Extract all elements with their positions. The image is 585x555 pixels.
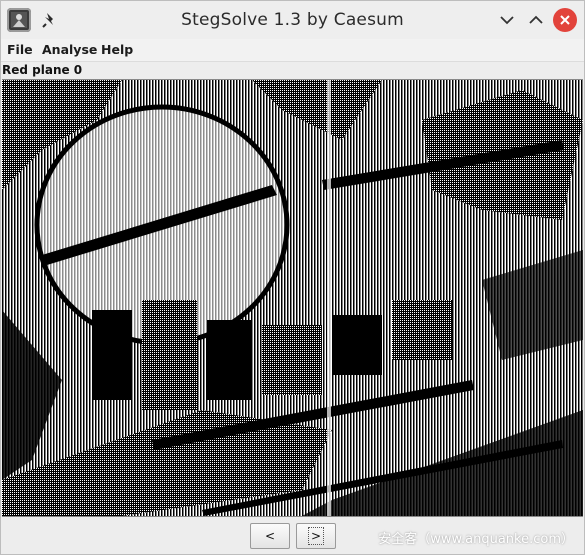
chevron-down-icon xyxy=(500,16,514,25)
menu-analyse[interactable]: Analyse xyxy=(42,42,97,57)
menu-file[interactable]: File xyxy=(7,42,33,57)
bit-plane-image xyxy=(2,80,583,516)
plane-label: Red plane 0 xyxy=(2,63,83,77)
minimize-button[interactable] xyxy=(495,8,519,32)
maximize-button[interactable] xyxy=(524,8,548,32)
chevron-up-icon xyxy=(529,15,543,24)
prev-plane-button[interactable]: < xyxy=(250,523,290,549)
next-plane-button-label: > xyxy=(308,527,324,545)
stegsolve-window: StegSolve 1.3 by Caesum File Analyse Hel… xyxy=(0,0,585,555)
title-bar[interactable]: StegSolve 1.3 by Caesum xyxy=(1,1,584,40)
close-button[interactable] xyxy=(553,8,577,32)
image-viewport[interactable] xyxy=(2,79,583,517)
menu-help[interactable]: Help xyxy=(101,42,133,57)
close-icon xyxy=(560,15,570,25)
next-plane-button[interactable]: > xyxy=(296,523,336,549)
menu-bar: File Analyse Help xyxy=(1,39,584,62)
watermark: 安全客（www.anquanke.com） xyxy=(378,532,574,547)
